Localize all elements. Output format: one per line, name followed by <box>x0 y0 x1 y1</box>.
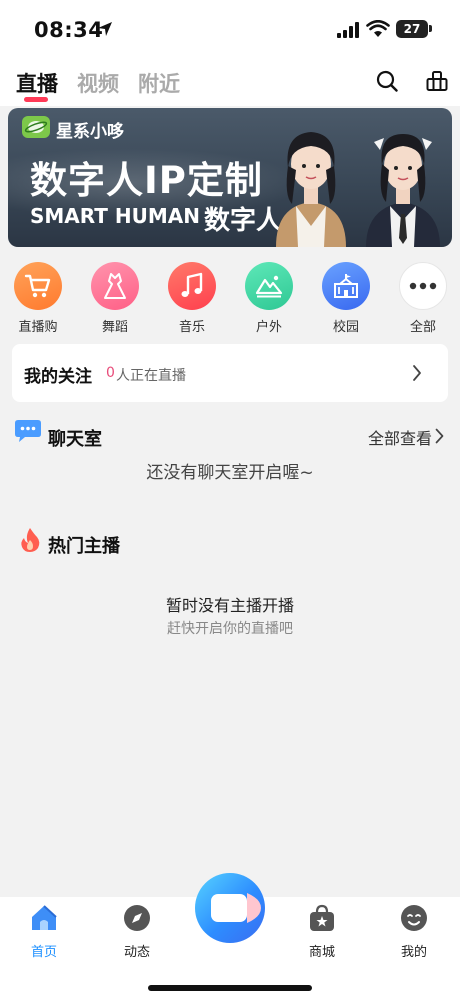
tab-live[interactable]: 直播 <box>16 68 58 98</box>
category-music[interactable]: 音乐 <box>157 262 227 335</box>
category-campus[interactable]: 校园 <box>311 262 381 335</box>
wifi-icon <box>366 20 390 37</box>
home-icon <box>32 905 57 930</box>
tab-mall[interactable]: 商城 <box>292 903 352 960</box>
digital-human-figure-1 <box>276 132 346 247</box>
tab-profile[interactable]: 我的 <box>384 903 444 960</box>
flame-icon <box>21 528 40 552</box>
chevron-right-icon[interactable] <box>435 428 444 444</box>
promo-banner[interactable]: 星系小哆 数字人IP定制 SMART HUMAN 数字人 <box>8 108 452 247</box>
follow-live-count: 0 <box>106 365 115 381</box>
more-dots-icon <box>399 262 447 310</box>
banner-title: 数字人IP定制 <box>30 159 263 202</box>
shopping-cart-icon <box>14 262 62 310</box>
category-row: 直播购 舞蹈 音乐 户外 校园 全部 <box>0 262 460 336</box>
active-tab-indicator <box>24 97 48 102</box>
cellular-signal-icon <box>337 22 359 38</box>
category-all[interactable]: 全部 <box>388 262 458 335</box>
status-bar: 08:34 27 <box>0 0 460 58</box>
chatroom-see-all-link[interactable]: 全部查看 <box>368 425 432 449</box>
hot-empty-title: 暂时没有主播开播 <box>165 596 294 615</box>
mountain-icon <box>245 262 293 310</box>
status-time: 08:34 <box>34 18 104 42</box>
location-arrow-icon <box>98 22 112 36</box>
tab-video[interactable]: 视频 <box>77 68 119 98</box>
video-camera-icon <box>211 893 261 923</box>
ranking-icon[interactable] <box>426 70 448 92</box>
category-outdoor[interactable]: 户外 <box>234 262 304 335</box>
category-label: 音乐 <box>178 320 205 335</box>
my-follow-card[interactable]: 我的关注 0 人正在直播 <box>12 344 448 402</box>
home-indicator <box>148 985 312 991</box>
brand-name: 星系小哆 <box>56 122 124 142</box>
category-label: 户外 <box>255 320 282 335</box>
chevron-right-icon <box>413 365 421 381</box>
tab-label: 动态 <box>123 945 150 960</box>
compass-icon <box>124 905 150 931</box>
chatroom-title: 聊天室 <box>48 429 102 450</box>
brand-logo-icon <box>22 116 50 138</box>
school-icon <box>322 262 370 310</box>
hot-streamers-title: 热门主播 <box>48 536 120 557</box>
tab-label: 商城 <box>308 945 335 960</box>
category-label: 舞蹈 <box>101 320 128 335</box>
follow-title: 我的关注 <box>24 367 92 387</box>
tab-label: 首页 <box>30 945 57 960</box>
start-live-button[interactable] <box>195 873 265 943</box>
follow-live-text: 人正在直播 <box>116 368 186 384</box>
category-live-shopping[interactable]: 直播购 <box>3 262 73 335</box>
battery-indicator: 27 <box>396 20 428 38</box>
music-note-icon <box>168 262 216 310</box>
battery-tip <box>429 25 432 32</box>
category-label: 全部 <box>409 320 436 335</box>
chat-bubble-icon <box>15 420 41 442</box>
tab-feed[interactable]: 动态 <box>107 903 167 960</box>
tab-label: 我的 <box>400 945 427 960</box>
shop-bag-icon <box>310 904 334 931</box>
category-dance[interactable]: 舞蹈 <box>80 262 150 335</box>
search-icon[interactable] <box>376 70 398 92</box>
dress-icon <box>91 262 139 310</box>
profile-icon <box>401 905 427 931</box>
digital-human-figure-2 <box>366 134 440 247</box>
category-label: 直播购 <box>18 320 58 335</box>
tab-home[interactable]: 首页 <box>14 903 74 960</box>
chatroom-empty-message: 还没有聊天室开启喔~ <box>146 463 314 483</box>
category-label: 校园 <box>332 320 359 335</box>
hot-empty-subtitle: 赶快开启你的直播吧 <box>167 621 293 637</box>
banner-subtitle-en: SMART HUMAN <box>30 204 200 228</box>
tab-nearby[interactable]: 附近 <box>138 68 180 98</box>
